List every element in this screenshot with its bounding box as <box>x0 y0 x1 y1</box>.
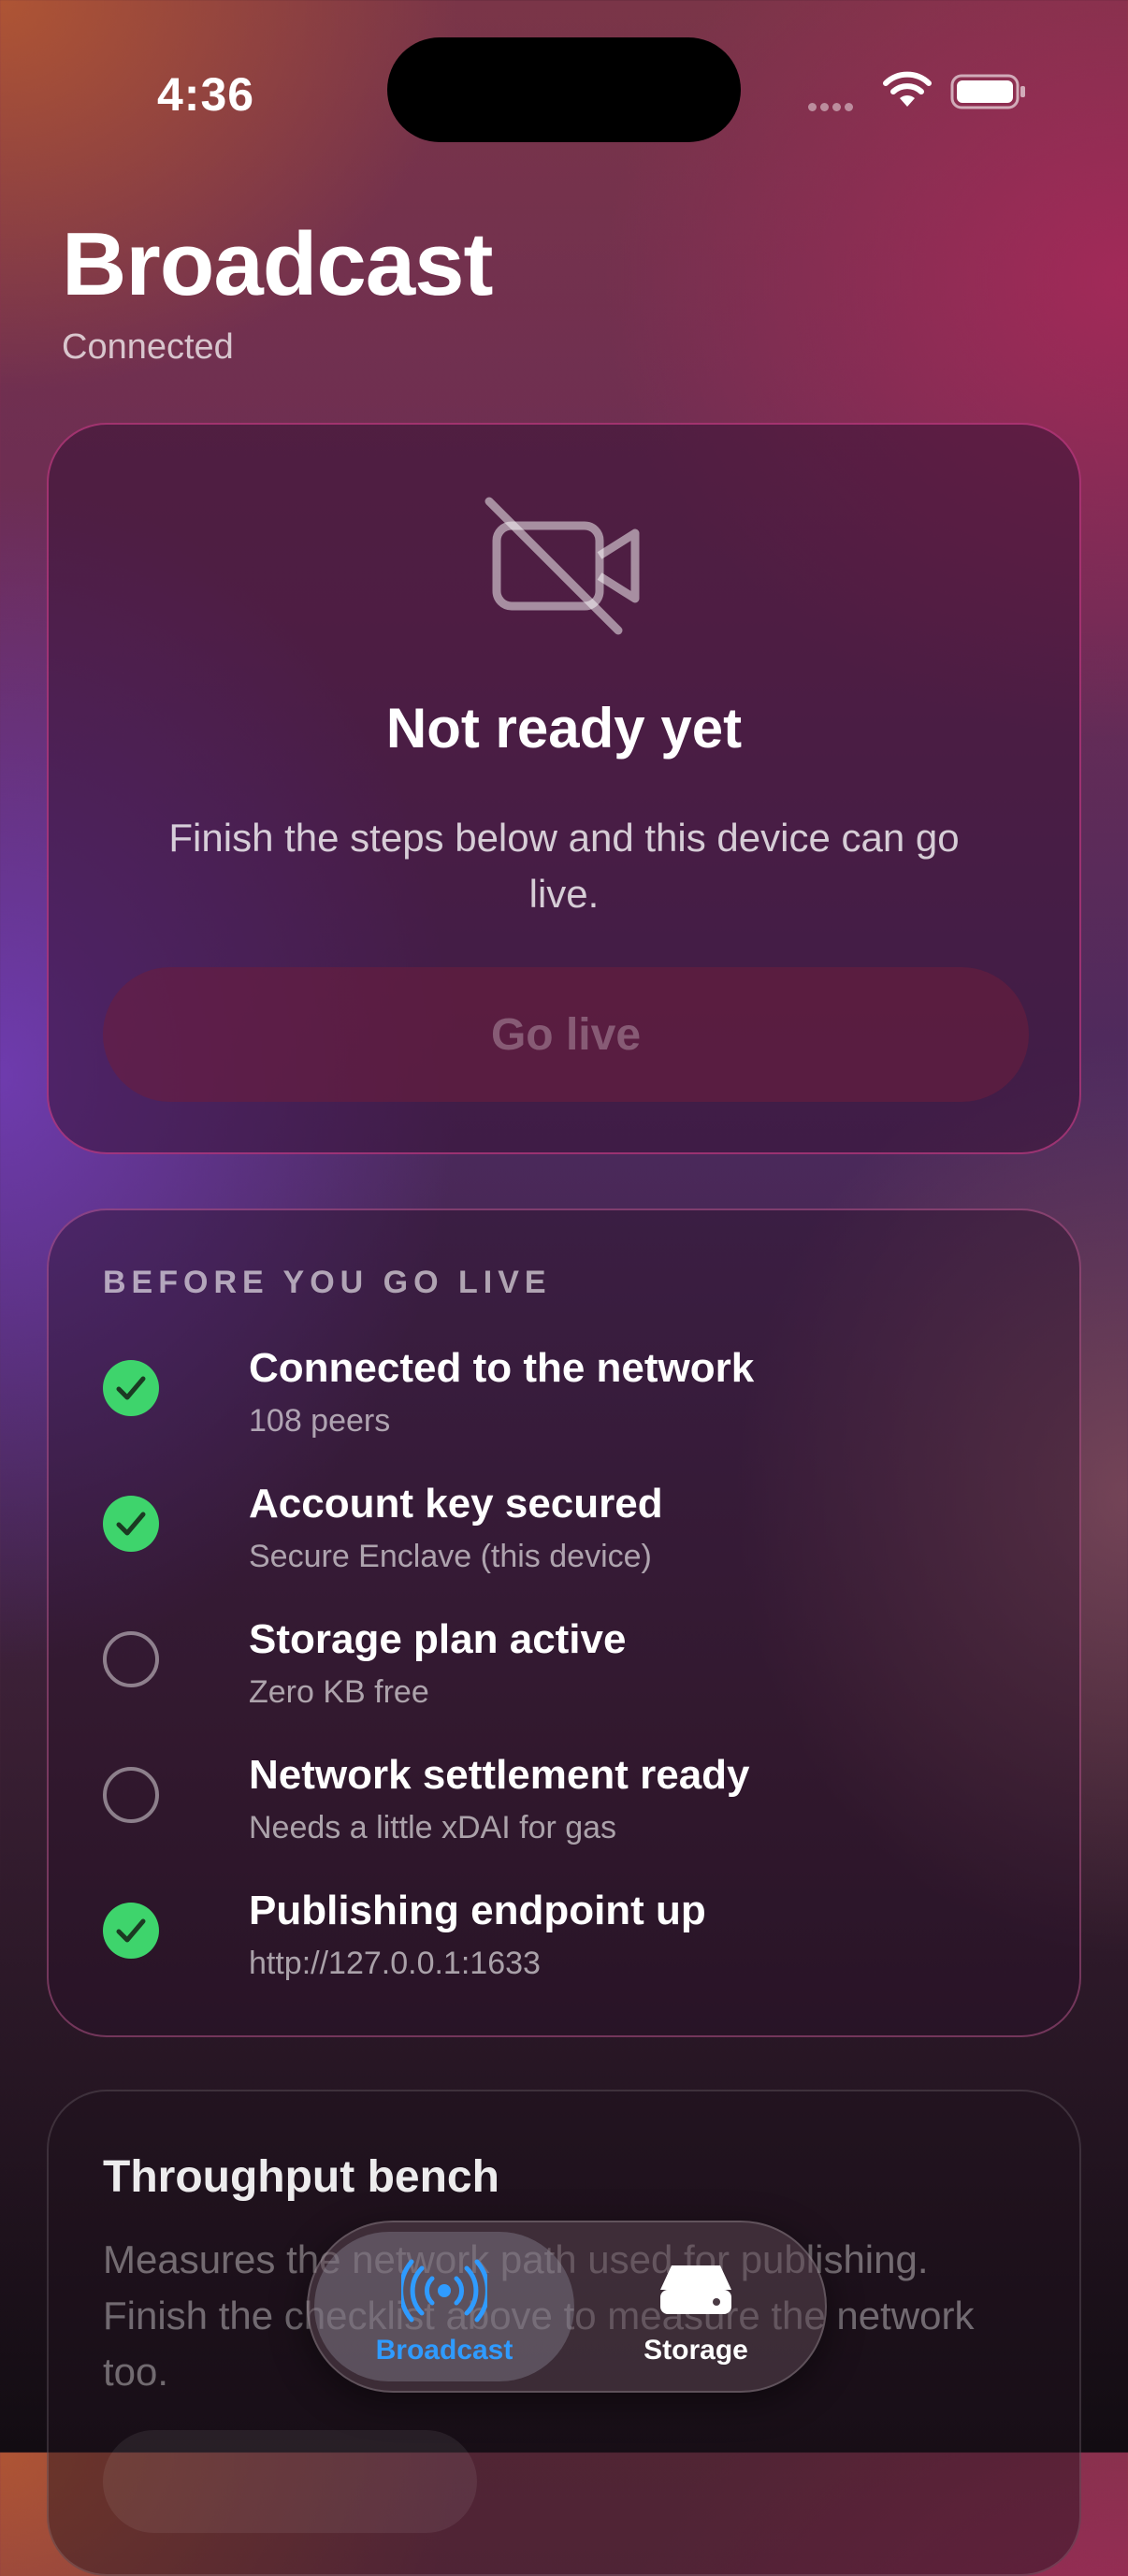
connection-status: Connected <box>62 327 234 367</box>
checkmark-icon <box>103 1903 159 1959</box>
video-off-icon <box>484 497 640 635</box>
checklist-item-title: Account key secured <box>249 1481 663 1527</box>
readiness-description: Finish the steps below and this device c… <box>168 816 960 916</box>
dynamic-island <box>387 37 741 142</box>
bench-run-button[interactable] <box>103 2430 477 2533</box>
bench-title: Throughput bench <box>103 2152 499 2202</box>
empty-circle-icon <box>103 1767 159 1823</box>
checklist-item-settlement: Network settlement ready Needs a little … <box>103 1748 1029 1870</box>
checklist-item-subtitle: Secure Enclave (this device) <box>249 1539 652 1574</box>
checklist-section-label: BEFORE YOU GO LIVE <box>103 1265 552 1300</box>
cellular-signal-icon <box>808 99 857 116</box>
go-live-button[interactable]: Go live <box>103 967 1029 1102</box>
tab-bar: Broadcast Storage <box>307 2221 827 2393</box>
checkmark-icon <box>103 1496 159 1552</box>
storage-drive-icon <box>660 2265 731 2314</box>
broadcast-icon <box>401 2259 487 2323</box>
checklist-item-title: Storage plan active <box>249 1616 627 1662</box>
tab-storage[interactable]: Storage <box>565 2232 827 2381</box>
checkmark-icon <box>103 1360 159 1416</box>
checklist-item-subtitle: Zero KB free <box>249 1674 429 1710</box>
checklist-item-title: Network settlement ready <box>249 1752 750 1798</box>
readiness-title: Not ready yet <box>385 697 743 760</box>
page-title: Broadcast <box>62 214 493 314</box>
checklist-item-title: Connected to the network <box>249 1345 755 1391</box>
status-bar: 4:36 <box>0 0 1128 187</box>
checklist-item-endpoint: Publishing endpoint up http://127.0.0.1:… <box>103 1884 1029 2005</box>
wifi-icon <box>883 71 932 107</box>
checklist-card: BEFORE YOU GO LIVE Connected to the netw… <box>47 1208 1081 2037</box>
checklist-item-subtitle: 108 peers <box>249 1403 391 1439</box>
empty-circle-icon <box>103 1631 159 1687</box>
checklist-item-account-key: Account key secured Secure Enclave (this… <box>103 1477 1029 1599</box>
checklist-item-storage-plan: Storage plan active Zero KB free <box>103 1613 1029 1734</box>
battery-icon <box>950 74 1025 109</box>
tab-broadcast[interactable]: Broadcast <box>314 2232 574 2381</box>
tab-broadcast-label: Broadcast <box>375 2335 513 2366</box>
readiness-card: Not ready yet Finish the steps below and… <box>47 423 1081 1154</box>
checklist-item-subtitle: Needs a little xDAI for gas <box>249 1810 617 1845</box>
checklist-item-title: Publishing endpoint up <box>249 1888 706 1933</box>
tab-storage-label: Storage <box>644 2335 748 2366</box>
status-time: 4:36 <box>157 68 255 121</box>
checklist-item-subtitle: http://127.0.0.1:1633 <box>249 1946 541 1981</box>
checklist-item-network: Connected to the network 108 peers <box>103 1341 1029 1463</box>
